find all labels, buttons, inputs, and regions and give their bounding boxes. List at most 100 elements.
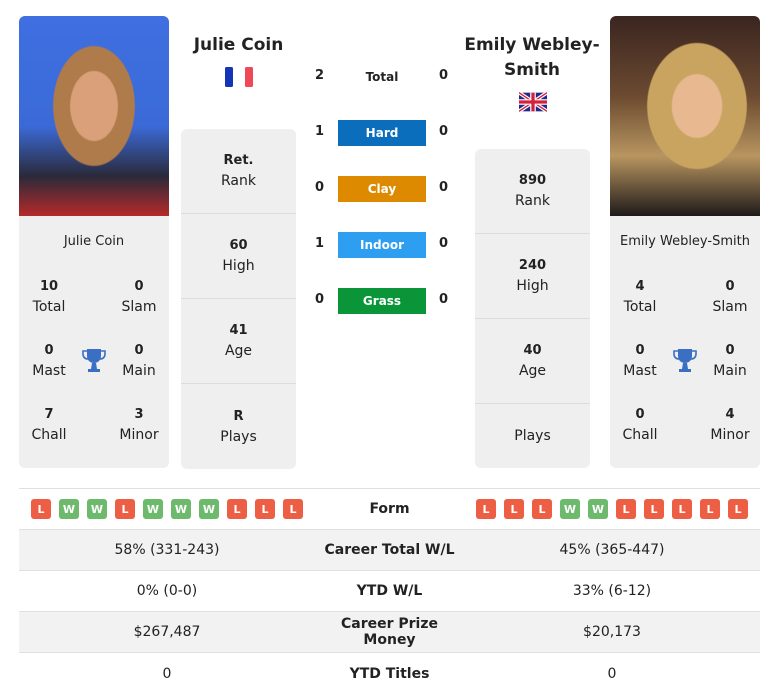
form-badge-loss[interactable]: L (227, 499, 247, 519)
titles-mast: 0 Mast (19, 341, 79, 381)
form-badge-win[interactable]: W (588, 499, 608, 519)
info-high: 60 High (181, 214, 296, 299)
info-plays-label: Plays (220, 428, 257, 445)
player-card-name[interactable]: Emily Webley-Smith (610, 234, 760, 249)
form-badge-win[interactable]: W (143, 499, 163, 519)
titles-mast-value: 0 (635, 343, 645, 358)
player-photo-left[interactable] (19, 16, 169, 216)
h2h-right-count: 0 (438, 236, 448, 251)
form-badge-win[interactable]: W (59, 499, 79, 519)
stat-right-value: $20,173 (583, 624, 641, 640)
form-badge-loss[interactable]: L (255, 499, 275, 519)
h2h-left-count: 1 (315, 124, 325, 139)
h2h-grass: 0 Grass 0 (305, 288, 460, 314)
player-name-right[interactable]: Emily Webley-Smith (462, 33, 602, 83)
titles-slam: 0 Slam (700, 277, 760, 317)
info-plays: R Plays (181, 384, 296, 469)
titles-chall: 0 Chall (610, 405, 670, 445)
info-high: 240 High (475, 234, 590, 319)
stat-right-value: 33% (6-12) (572, 583, 652, 599)
h2h-left-count: 0 (315, 292, 325, 307)
titles-slam-label: Slam (712, 299, 748, 315)
titles-main-label: Main (713, 363, 747, 379)
stat-label: YTD W/L (356, 583, 423, 599)
titles-total-value: 10 (39, 279, 59, 294)
player-name-left[interactable]: Julie Coin (181, 33, 296, 58)
form-badge-loss[interactable]: L (700, 499, 720, 519)
info-age-value: 41 (229, 323, 248, 338)
info-rank-label: Rank (221, 173, 256, 189)
titles-minor: 4 Minor (700, 405, 760, 445)
surface-badge-clay[interactable]: Clay (338, 176, 426, 202)
form-badge-win[interactable]: W (171, 499, 191, 519)
info-rank: Ret. Rank (181, 129, 296, 214)
player-photo-right[interactable] (610, 16, 760, 216)
titles-main-value: 0 (134, 343, 144, 358)
stat-row-career-prize-money: $267,487 Career Prize Money $20,173 (19, 612, 760, 653)
form-badge-win[interactable]: W (560, 499, 580, 519)
stat-label: YTD Titles (349, 665, 430, 682)
titles-main-label: Main (122, 363, 156, 379)
form-badge-loss[interactable]: L (283, 499, 303, 519)
surface-label-total: Total (365, 70, 399, 84)
trophy-icon (673, 349, 697, 372)
form-badge-loss[interactable]: L (31, 499, 51, 519)
info-age: 41 Age (181, 299, 296, 384)
titles-total-label: Total (623, 299, 657, 315)
info-rank-value: 890 (518, 173, 547, 188)
titles-minor-label: Minor (710, 427, 750, 443)
form-badge-win[interactable]: W (87, 499, 107, 519)
h2h-right-count: 0 (438, 68, 448, 83)
player-card-name[interactable]: Julie Coin (19, 234, 169, 249)
player-info-right: 890 Rank 240 High 40 Age Plays (475, 149, 590, 468)
info-age-label: Age (518, 363, 547, 379)
form-badge-loss[interactable]: L (532, 499, 552, 519)
h2h-hard: 1 Hard 0 (305, 120, 460, 146)
surface-badge-grass[interactable]: Grass (338, 288, 426, 314)
titles-total: 4 Total (610, 277, 670, 317)
surface-badge-hard[interactable]: Hard (338, 120, 426, 146)
form-badge-loss[interactable]: L (115, 499, 135, 519)
form-badge-loss[interactable]: L (728, 499, 748, 519)
stat-left-value: 0% (0-0) (136, 583, 198, 599)
h2h-right-count: 0 (438, 124, 448, 139)
form-badge-loss[interactable]: L (476, 499, 496, 519)
titles-total-label: Total (32, 299, 66, 315)
form-badge-loss[interactable]: L (616, 499, 636, 519)
stat-label: Career Total W/L (324, 542, 455, 558)
form-badge-loss[interactable]: L (504, 499, 524, 519)
titles-minor: 3 Minor (109, 405, 169, 445)
stat-right-value: 0 (607, 665, 617, 682)
stat-row-ytd-titles: 0 YTD Titles 0 (19, 653, 760, 694)
titles-slam: 0 Slam (109, 277, 169, 317)
titles-chall: 7 Chall (19, 405, 79, 445)
h2h-total: 2 Total 0 (305, 64, 460, 90)
h2h-left-count: 2 (315, 68, 325, 83)
stat-row-career-total-wl: 58% (331-243) Career Total W/L 45% (365-… (19, 530, 760, 571)
surface-badge-indoor[interactable]: Indoor (338, 232, 426, 258)
form-badge-loss[interactable]: L (644, 499, 664, 519)
info-age: 40 Age (475, 319, 590, 404)
info-rank: 890 Rank (475, 149, 590, 234)
titles-slam-value: 0 (134, 279, 144, 294)
titles-mast-label: Mast (32, 363, 66, 379)
form-label: Form (369, 501, 410, 517)
stat-label: Career Prize Money (340, 616, 438, 648)
stat-left-value: $267,487 (133, 624, 201, 640)
info-high-label: High (222, 258, 255, 274)
form-badges-left: LWWLWWWLLL (19, 499, 315, 519)
titles-mast: 0 Mast (610, 341, 670, 381)
form-badges-right: LLLWWLLLLL (464, 499, 760, 519)
titles-main: 0 Main (700, 341, 760, 381)
titles-main: 0 Main (109, 341, 169, 381)
h2h-right-count: 0 (438, 180, 448, 195)
info-high-label: High (516, 278, 549, 294)
titles-slam-label: Slam (121, 299, 157, 315)
info-high-value: 60 (229, 238, 248, 253)
titles-minor-label: Minor (119, 427, 159, 443)
form-badge-win[interactable]: W (199, 499, 219, 519)
titles-minor-value: 4 (725, 407, 735, 422)
comparison-table: LWWLWWWLLL Form LLLWWLLLLL 58% (331-243)… (19, 488, 760, 694)
form-badge-loss[interactable]: L (672, 499, 692, 519)
info-plays: Plays (475, 404, 590, 468)
